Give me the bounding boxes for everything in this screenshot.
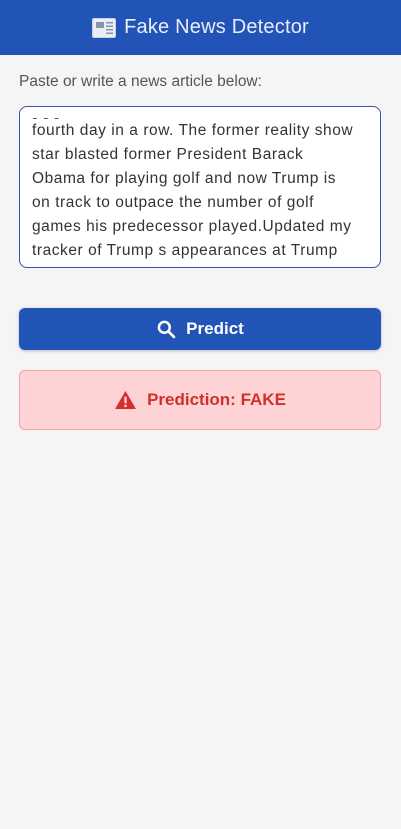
article-line: games his predecessor played.Updated my	[32, 218, 352, 235]
predict-button-label: Predict	[186, 319, 244, 338]
prediction-text: Prediction: FAKE	[147, 390, 286, 409]
article-text: ▪ ▪ ▪ fourth day in a row. The former re…	[32, 107, 368, 263]
article-line: star blasted former President Barack	[32, 146, 304, 163]
predict-button[interactable]: Predict	[19, 308, 381, 350]
article-line-clipped: ▪ ▪ ▪	[32, 107, 368, 119]
article-textarea[interactable]: ▪ ▪ ▪ fourth day in a row. The former re…	[19, 106, 381, 268]
app-title: Fake News Detector	[124, 16, 309, 38]
app-bar: Fake News Detector	[0, 0, 401, 55]
search-icon	[157, 320, 176, 339]
article-line: Obama for playing golf and now Trump is	[32, 170, 337, 187]
article-line: on track to outpace the number of golf	[32, 194, 314, 211]
article-prompt-label: Paste or write a news article below:	[19, 73, 262, 90]
article-line: tracker of Trump s appearances at Trump	[32, 242, 338, 259]
newspaper-icon	[92, 17, 117, 38]
warning-icon	[115, 390, 137, 410]
article-line: fourth day in a row. The former reality …	[32, 122, 354, 139]
prediction-result: Prediction: FAKE	[19, 370, 381, 430]
